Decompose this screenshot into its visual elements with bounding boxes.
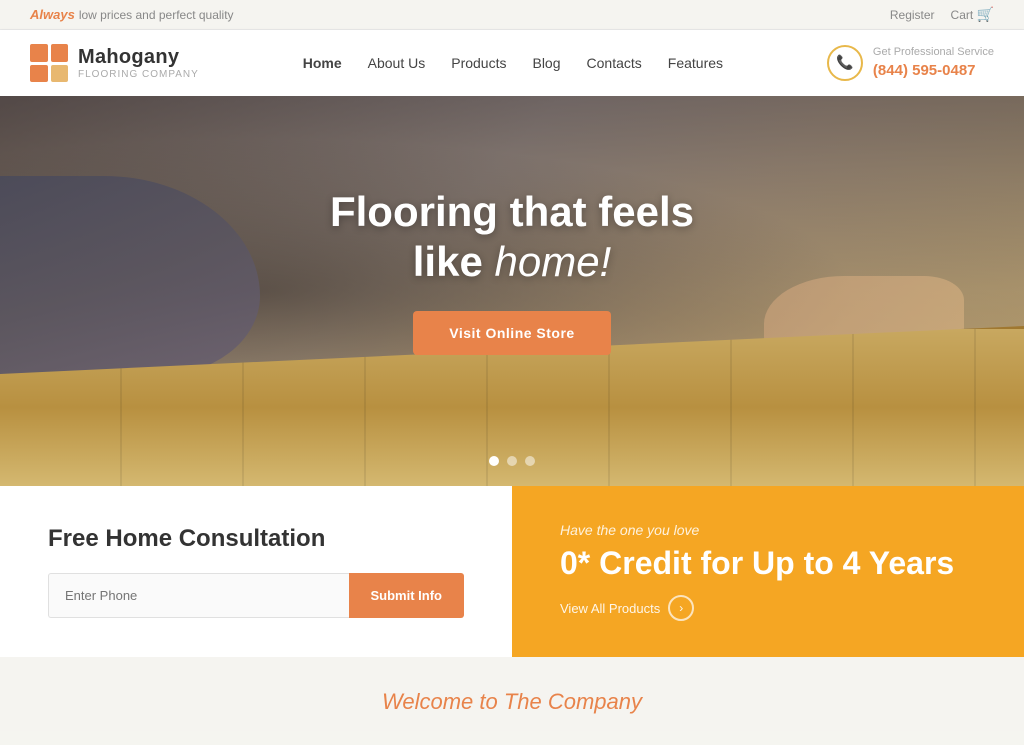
credit-tagline: Have the one you love bbox=[560, 522, 976, 538]
hero-section: Flooring that feels like home! Visit Onl… bbox=[0, 96, 1024, 486]
main-nav: Home About Us Products Blog Contacts Fea… bbox=[303, 55, 723, 71]
nav-products[interactable]: Products bbox=[451, 55, 506, 71]
logo-icon bbox=[30, 44, 68, 82]
two-col-section: Free Home Consultation Submit Info Have … bbox=[0, 486, 1024, 657]
cta-button[interactable]: Visit Online Store bbox=[413, 311, 610, 355]
top-bar: Always low prices and perfect quality Re… bbox=[0, 0, 1024, 30]
nav-contacts[interactable]: Contacts bbox=[587, 55, 642, 71]
tagline-prefix: Always bbox=[30, 7, 75, 22]
hero-headline: Flooring that feels like home! bbox=[330, 187, 694, 288]
phone-input[interactable] bbox=[48, 573, 349, 618]
slider-dots bbox=[489, 456, 535, 466]
nav-blog[interactable]: Blog bbox=[532, 55, 560, 71]
welcome-title: Welcome to The Company bbox=[30, 689, 994, 715]
view-all-arrow: › bbox=[668, 595, 694, 621]
consultation-form: Submit Info bbox=[48, 573, 464, 618]
slider-dot-3[interactable] bbox=[525, 456, 535, 466]
phone-icon: 📞 bbox=[827, 45, 863, 81]
phone-area: 📞 Get Professional Service (844) 595-048… bbox=[827, 45, 994, 81]
tagline-rest: low prices and perfect quality bbox=[79, 8, 234, 22]
credit-headline: 0* Credit for Up to 4 Years bbox=[560, 546, 976, 581]
nav-home[interactable]: Home bbox=[303, 55, 342, 71]
logo: Mahogany Flooring company bbox=[30, 44, 199, 82]
credit-section: Have the one you love 0* Credit for Up t… bbox=[512, 486, 1024, 657]
consultation-title: Free Home Consultation bbox=[48, 525, 464, 553]
nav-about[interactable]: About Us bbox=[368, 55, 426, 71]
consultation-section: Free Home Consultation Submit Info bbox=[0, 486, 512, 657]
logo-text: Mahogany Flooring company bbox=[78, 46, 199, 80]
cart-link[interactable]: Cart 🛒 bbox=[951, 6, 994, 23]
hero-content: Flooring that feels like home! Visit Onl… bbox=[330, 187, 694, 356]
slider-dot-2[interactable] bbox=[507, 456, 517, 466]
welcome-section: Welcome to The Company bbox=[0, 657, 1024, 731]
view-all-link[interactable]: View All Products › bbox=[560, 595, 976, 621]
phone-text: Get Professional Service (844) 595-0487 bbox=[873, 45, 994, 81]
cart-icon: 🛒 bbox=[977, 6, 994, 22]
tagline: Always low prices and perfect quality bbox=[30, 7, 234, 22]
slider-dot-1[interactable] bbox=[489, 456, 499, 466]
nav-features[interactable]: Features bbox=[668, 55, 723, 71]
header: Mahogany Flooring company Home About Us … bbox=[0, 30, 1024, 96]
register-link[interactable]: Register bbox=[890, 8, 935, 22]
submit-button[interactable]: Submit Info bbox=[349, 573, 465, 618]
top-bar-right: Register Cart 🛒 bbox=[890, 6, 994, 23]
